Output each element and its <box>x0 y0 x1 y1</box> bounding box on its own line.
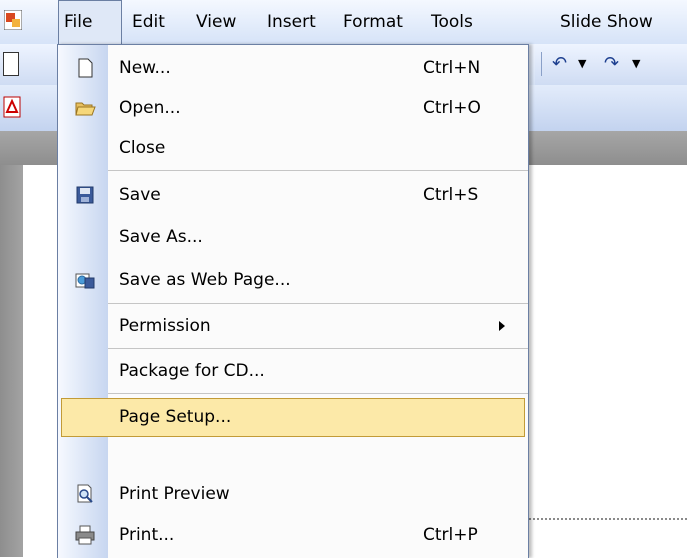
menu-item-label: New... <box>119 58 171 78</box>
menu-item-label: Save As... <box>119 227 203 247</box>
undo-icon[interactable]: ↶ <box>552 48 567 80</box>
redo-dropdown-icon[interactable]: ▼ <box>632 48 640 80</box>
toolbar-separator <box>541 52 542 76</box>
menu-format[interactable]: Format <box>340 0 406 44</box>
menu-item-label: Permission <box>119 316 211 336</box>
menu-item-label: Page Setup... <box>119 407 232 427</box>
slide-pane-edge <box>0 165 23 557</box>
menu-item-label: Print Preview <box>119 484 230 504</box>
menu-separator <box>108 348 528 349</box>
menu-separator <box>108 303 528 304</box>
menu-item-print[interactable]: Print... Ctrl+P <box>58 515 528 555</box>
menu-file[interactable]: File <box>61 0 95 44</box>
menu-item-package-for-cd[interactable]: Package for CD... <box>58 351 528 391</box>
undo-dropdown-icon[interactable]: ▼ <box>578 48 586 80</box>
menu-item-print-preview[interactable]: Print Preview <box>58 474 528 514</box>
menu-item-label: Save <box>119 185 161 205</box>
menu-item-save-as[interactable]: Save As... <box>58 217 528 257</box>
menu-item-page-setup[interactable]: Page Setup... <box>58 397 528 437</box>
menu-separator <box>108 170 528 171</box>
submenu-arrow-icon <box>499 321 505 331</box>
menu-item-permission[interactable]: Permission <box>58 306 528 346</box>
menu-item-label: Package for CD... <box>119 361 265 381</box>
open-folder-icon <box>75 102 96 116</box>
save-disk-icon <box>76 186 94 204</box>
new-document-icon[interactable] <box>3 52 19 76</box>
menu-item-label: Close <box>119 138 166 158</box>
menu-tools[interactable]: Tools <box>428 0 476 44</box>
menu-edit[interactable]: Edit <box>129 0 168 44</box>
menu-item-shortcut: Ctrl+N <box>423 58 481 78</box>
menu-separator <box>108 393 528 394</box>
menu-item-label: Print... <box>119 525 175 545</box>
menu-item-shortcut: Ctrl+S <box>423 185 479 205</box>
menu-view[interactable]: View <box>193 0 239 44</box>
menu-item-save[interactable]: Save Ctrl+S <box>58 175 528 215</box>
menu-item-shortcut: Ctrl+O <box>423 98 481 118</box>
redo-icon[interactable]: ↷ <box>604 48 619 80</box>
pdf-icon[interactable] <box>3 96 21 118</box>
menu-item-label: Save as Web Page... <box>119 270 291 290</box>
menu-item-close[interactable]: Close <box>58 128 528 168</box>
menu-item-label: Open... <box>119 98 181 118</box>
web-page-icon <box>75 273 95 289</box>
menu-item-open[interactable]: Open... Ctrl+O <box>58 88 528 128</box>
print-preview-icon <box>77 484 93 503</box>
placeholder-border <box>525 518 687 520</box>
menu-item-save-as-web-page[interactable]: Save as Web Page... <box>58 260 528 300</box>
menu-slide-show[interactable]: Slide Show <box>557 0 656 44</box>
printer-icon <box>75 525 95 545</box>
new-document-icon <box>78 58 93 78</box>
menu-item-shortcut: Ctrl+P <box>423 525 478 545</box>
powerpoint-app-icon[interactable] <box>4 10 22 30</box>
menu-insert[interactable]: Insert <box>264 0 319 44</box>
menu-item-new[interactable]: New... Ctrl+N <box>58 48 528 88</box>
file-menu: New... Ctrl+N Open... Ctrl+O Close Save … <box>57 44 529 558</box>
